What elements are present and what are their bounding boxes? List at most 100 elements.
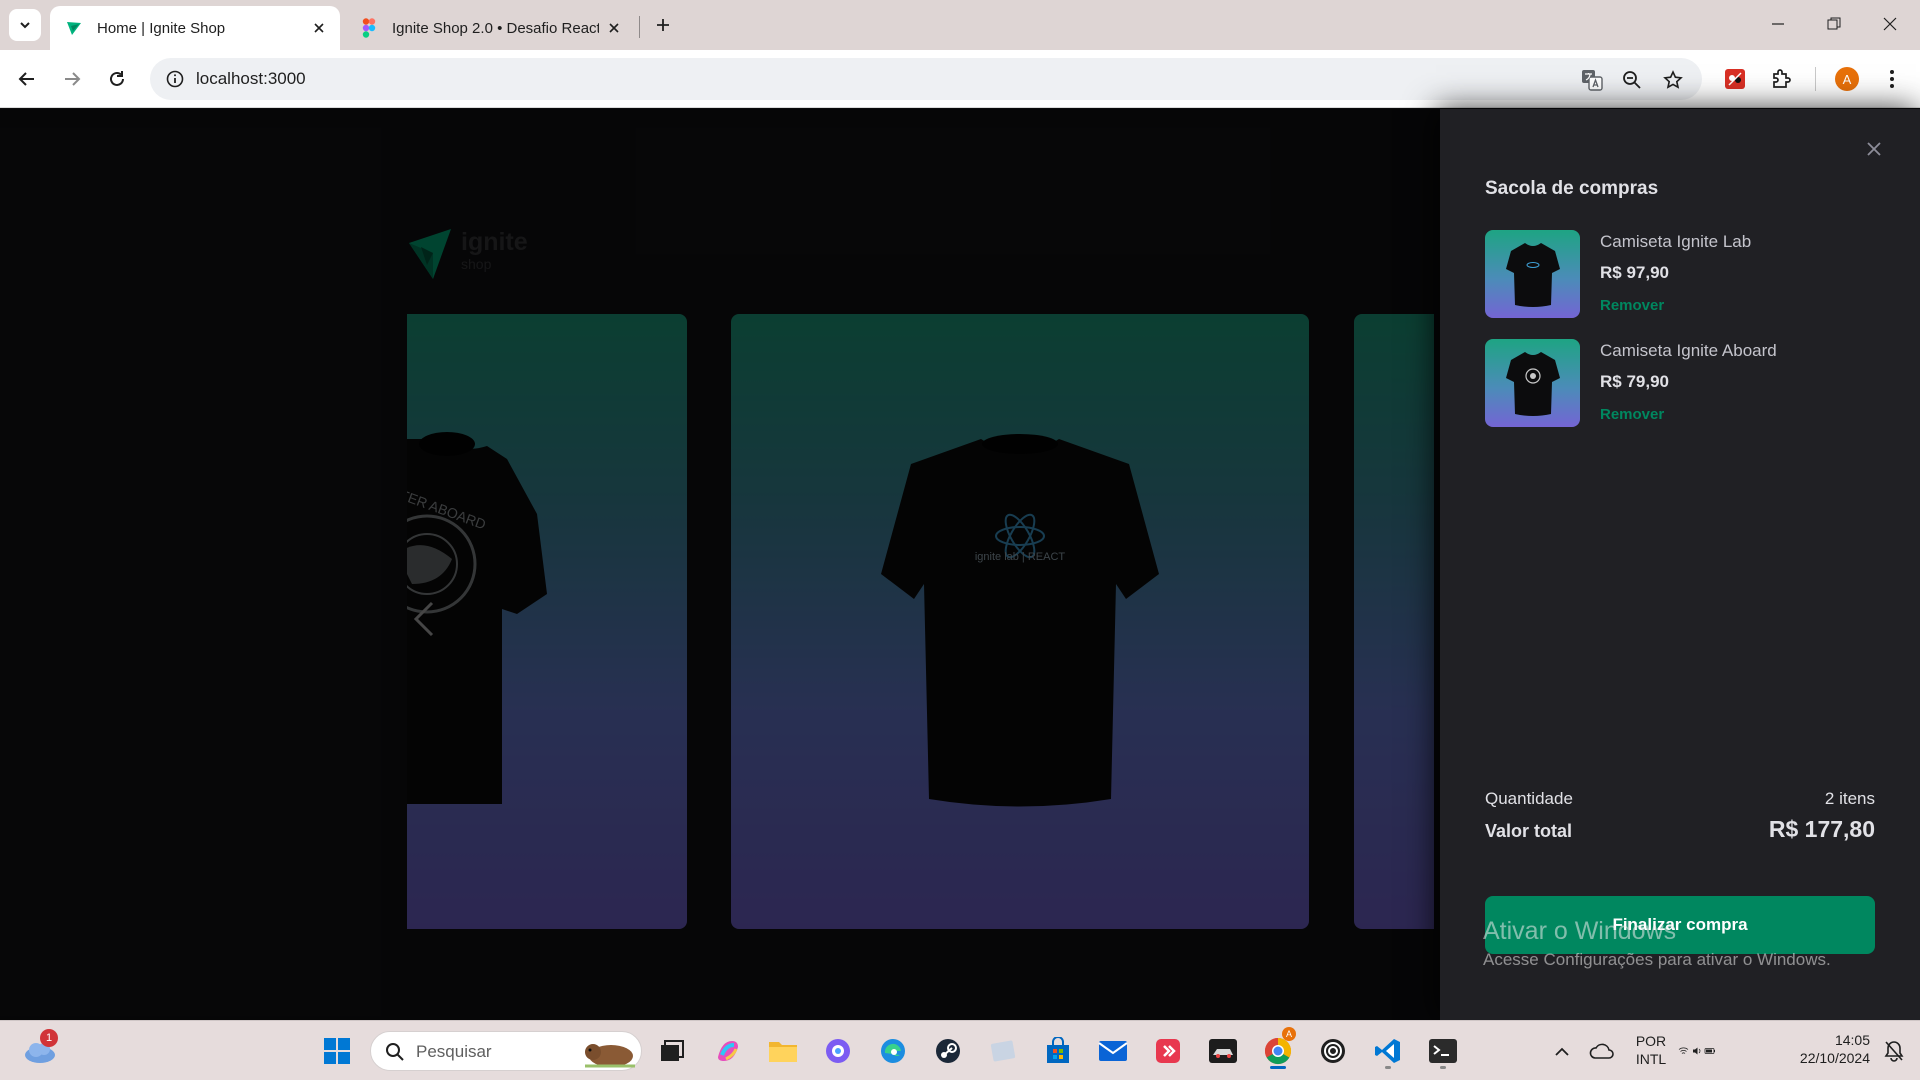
spiral-app-button[interactable] xyxy=(1313,1031,1353,1071)
taskbar-search[interactable]: Pesquisar xyxy=(370,1031,642,1071)
extensions-puzzle-icon[interactable] xyxy=(1764,62,1798,96)
cart-item-price: R$ 79,90 xyxy=(1600,372,1669,391)
new-tab-button[interactable] xyxy=(648,10,678,40)
close-cart-button[interactable] xyxy=(1856,131,1892,167)
wombat-search-highlight-icon xyxy=(585,1044,635,1068)
quick-settings-button[interactable] xyxy=(1678,1031,1718,1071)
steam-button[interactable] xyxy=(928,1031,968,1071)
zoom-icon[interactable] xyxy=(1618,66,1646,94)
cart-drawer: Sacola de compras Camiseta Ignite Lab R$… xyxy=(1440,109,1920,1020)
running-app-indicator xyxy=(1440,1066,1446,1069)
onedrive-cloud-icon xyxy=(1589,1043,1614,1059)
car-game-button[interactable] xyxy=(1203,1031,1243,1071)
chrome-profile-badge: A xyxy=(1282,1027,1296,1041)
profile-avatar[interactable]: A xyxy=(1830,62,1864,96)
swirl-app-icon xyxy=(826,1039,850,1063)
shop-page: ignite shop TER ABOARD ignite lab | REAC… xyxy=(0,109,1920,1020)
quantity-row: Quantidade 2 itens xyxy=(1485,789,1875,809)
notifications-button[interactable] xyxy=(1874,1031,1914,1071)
start-button[interactable] xyxy=(317,1031,357,1071)
running-app-indicator xyxy=(1385,1066,1391,1069)
terminal-button[interactable] xyxy=(1423,1031,1463,1071)
language-code: POR xyxy=(1635,1033,1667,1049)
tab-divider xyxy=(639,16,640,38)
toolbar-divider xyxy=(1815,67,1816,91)
close-window-button[interactable] xyxy=(1862,0,1918,48)
weather-widget[interactable]: 1 xyxy=(20,1029,60,1071)
mail-button[interactable] xyxy=(1093,1031,1133,1071)
clock-time: 14:05 xyxy=(1834,1032,1870,1048)
task-view-button[interactable] xyxy=(652,1031,692,1071)
forward-button[interactable] xyxy=(55,62,89,96)
browser-toolbar: localhost:3000 A xyxy=(0,50,1920,108)
quantity-label: Quantidade xyxy=(1485,789,1573,808)
vscode-button[interactable] xyxy=(1368,1031,1408,1071)
chevron-down-icon xyxy=(20,22,30,29)
quantity-value: 2 itens xyxy=(1824,789,1875,808)
restore-button[interactable] xyxy=(1806,0,1862,48)
vscode-icon xyxy=(1375,1039,1400,1063)
search-placeholder: Pesquisar xyxy=(416,1042,492,1061)
address-bar[interactable]: localhost:3000 xyxy=(150,58,1702,100)
red-app-icon xyxy=(1156,1039,1180,1063)
notification-badge: 1 xyxy=(40,1029,58,1047)
reload-button[interactable] xyxy=(100,62,134,96)
folder-icon xyxy=(769,1042,797,1062)
reload-icon xyxy=(110,71,124,86)
restore-icon xyxy=(1827,17,1841,30)
chrome-button[interactable]: A xyxy=(1258,1027,1298,1071)
remove-item-button[interactable]: Remover xyxy=(1600,297,1664,314)
minimize-button[interactable] xyxy=(1750,0,1806,48)
search-icon xyxy=(386,1043,404,1061)
tshirt-thumbnail xyxy=(1505,243,1560,307)
url-text: localhost:3000 xyxy=(196,69,306,88)
windows-taskbar: 1 Pesquisar A POR INTL 14:05 22/10/2024 xyxy=(0,1020,1920,1080)
language-indicator[interactable]: POR INTL xyxy=(1625,1032,1677,1068)
onedrive-button[interactable] xyxy=(1582,1031,1622,1071)
tab-search-button[interactable] xyxy=(9,9,41,41)
tab-title: Ignite Shop 2.0 • Desafio React xyxy=(392,19,599,37)
cart-item: Camiseta Ignite Lab R$ 97,90 Remover xyxy=(1485,230,1885,318)
site-info-icon[interactable] xyxy=(160,64,190,94)
ignite-favicon-icon xyxy=(63,17,85,39)
translate-icon[interactable] xyxy=(1578,66,1606,94)
mail-icon xyxy=(1098,1041,1128,1061)
plus-icon xyxy=(657,19,669,31)
car-game-icon xyxy=(1209,1039,1237,1063)
colorful-app-button[interactable] xyxy=(818,1031,858,1071)
clock-date: 22/10/2024 xyxy=(1799,1050,1870,1066)
file-explorer-button[interactable] xyxy=(763,1031,803,1071)
total-row: Valor total R$ 177,80 xyxy=(1485,816,1875,843)
extension-red-icon[interactable] xyxy=(1718,62,1752,96)
edge-icon xyxy=(881,1039,905,1063)
close-tab-icon[interactable] xyxy=(599,13,629,43)
copilot-button[interactable] xyxy=(708,1031,748,1071)
task-view-icon xyxy=(661,1040,684,1061)
show-hidden-icons-button[interactable] xyxy=(1542,1031,1582,1071)
minimize-icon xyxy=(1772,23,1784,25)
total-value: R$ 177,80 xyxy=(1768,816,1875,842)
bell-icon xyxy=(1884,1041,1904,1062)
tab-figma[interactable]: Ignite Shop 2.0 • Desafio React xyxy=(345,6,635,50)
remove-item-button[interactable]: Remover xyxy=(1600,406,1664,423)
more-vertical-icon xyxy=(1890,70,1894,88)
clock[interactable]: 14:05 22/10/2024 xyxy=(1780,1031,1870,1067)
copilot-icon xyxy=(718,1041,738,1061)
checkout-button[interactable]: Finalizar compra xyxy=(1485,896,1875,954)
browser-menu-button[interactable] xyxy=(1875,62,1909,96)
bookmark-star-icon[interactable] xyxy=(1659,66,1687,94)
tab-home[interactable]: Home | Ignite Shop xyxy=(50,6,340,50)
terminal-icon xyxy=(1429,1039,1457,1063)
close-tab-icon[interactable] xyxy=(304,13,334,43)
profile-initial: A xyxy=(1835,67,1859,91)
tshirt-thumbnail xyxy=(1505,352,1560,416)
red-app-button[interactable] xyxy=(1148,1031,1188,1071)
browser-tab-strip: Home | Ignite Shop Ignite Shop 2.0 • Des… xyxy=(0,0,1920,50)
app-card-button[interactable] xyxy=(983,1031,1023,1071)
edge-button[interactable] xyxy=(873,1031,913,1071)
back-button[interactable] xyxy=(10,62,44,96)
modal-backdrop[interactable] xyxy=(0,109,1440,1020)
active-app-indicator xyxy=(1270,1066,1286,1069)
microsoft-store-button[interactable] xyxy=(1038,1031,1078,1071)
network-volume-battery-icons xyxy=(1678,1047,1715,1055)
